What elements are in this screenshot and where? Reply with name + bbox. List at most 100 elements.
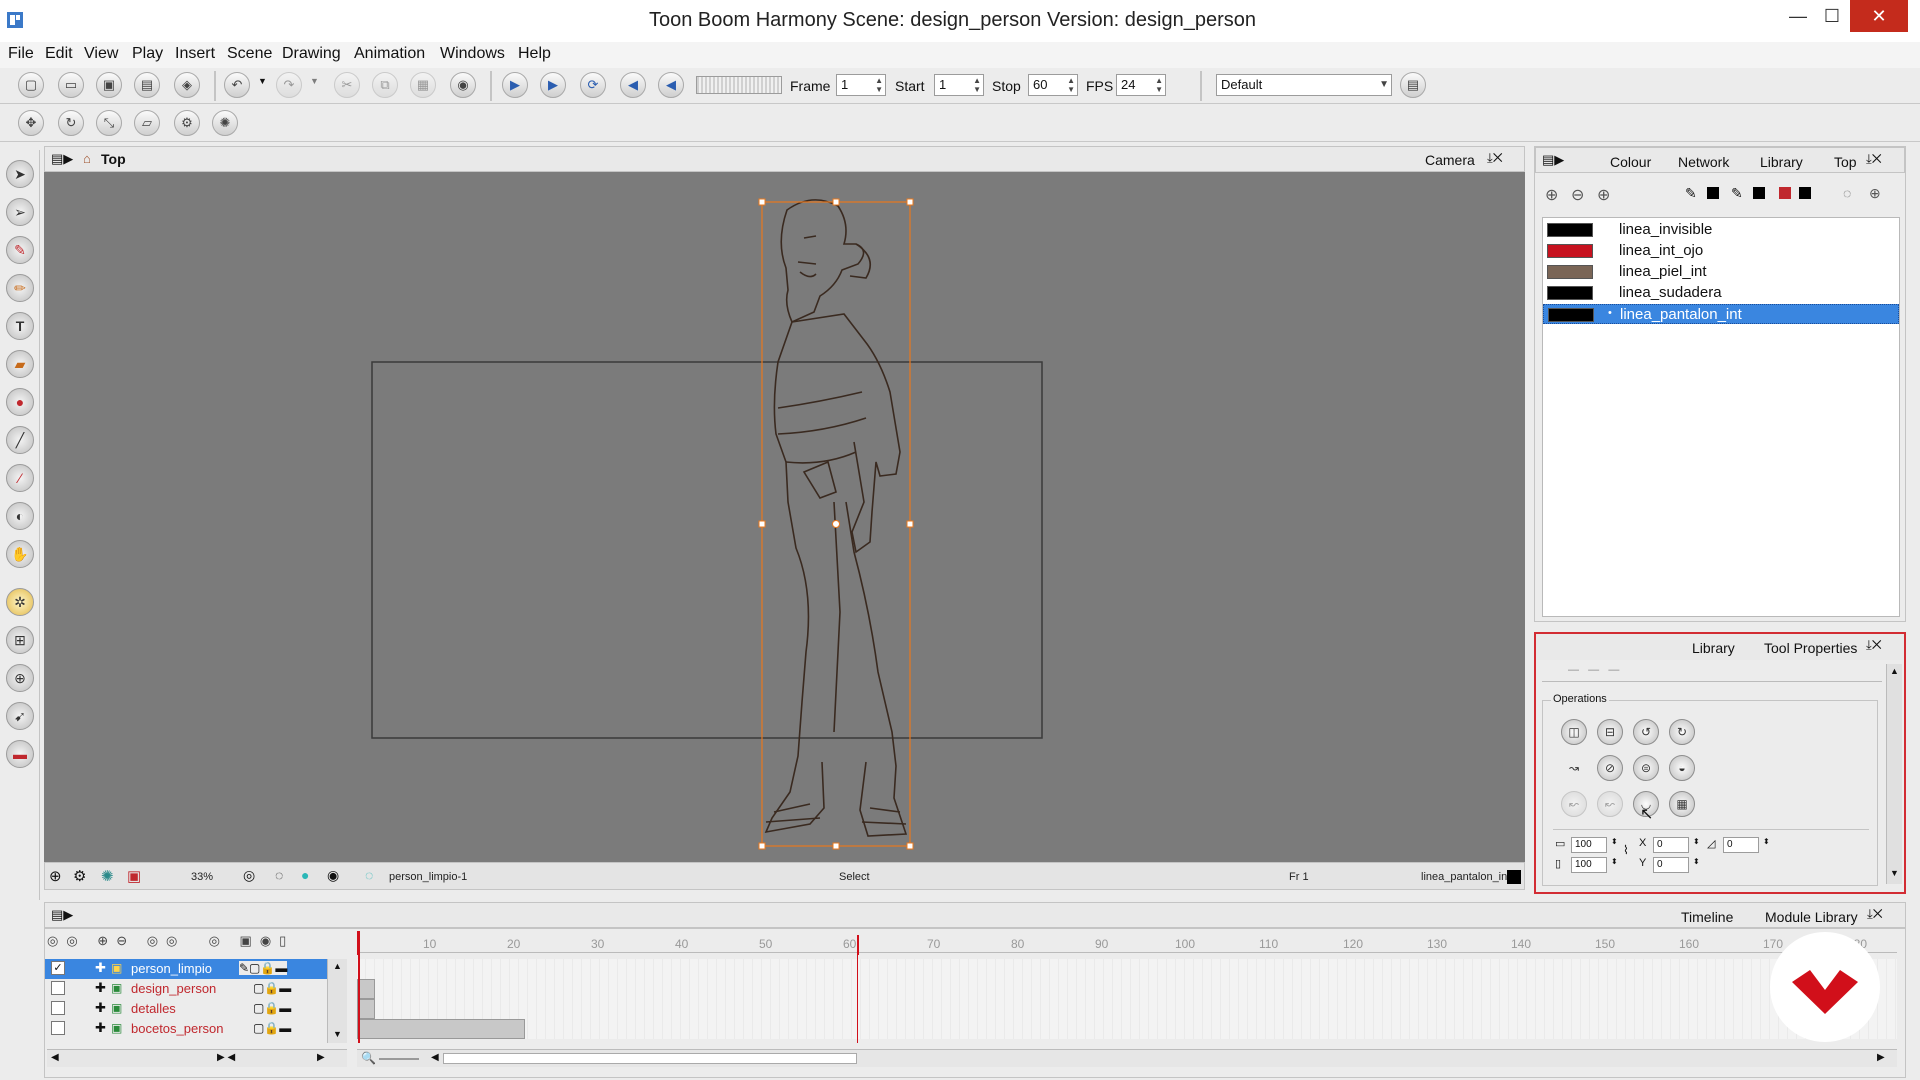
scroll-up-icon[interactable]: ▲: [1890, 666, 1899, 676]
onion-skin-icon[interactable]: ✺: [101, 867, 114, 885]
transform-tool-icon[interactable]: ✲: [6, 588, 34, 616]
exposure-block[interactable]: [357, 1019, 525, 1039]
close-button[interactable]: ✕: [1850, 0, 1908, 32]
save-icon[interactable]: ▣: [96, 72, 122, 98]
layer-row[interactable]: ✚ ▣ design_person ▢🔒▬: [45, 979, 345, 999]
disabled-op-icon[interactable]: ↜: [1597, 791, 1623, 817]
layer-enable-checkbox[interactable]: [51, 981, 65, 995]
translate-icon[interactable]: ✥: [18, 110, 44, 136]
layer-name[interactable]: design_person: [131, 981, 216, 996]
layer-row[interactable]: ✓ ✚ ▣ person_limpio ✎▢🔒▬: [45, 959, 345, 979]
menu-edit[interactable]: Edit: [45, 45, 73, 63]
angle-field[interactable]: 0: [1723, 837, 1759, 853]
frame-track[interactable]: [357, 999, 1897, 1019]
workspace-select[interactable]: Default ▼: [1216, 74, 1392, 96]
scroll-down-icon[interactable]: ▼: [333, 1029, 342, 1039]
ink-tool-icon[interactable]: ▬: [6, 740, 34, 768]
motion-icon[interactable]: ⚙: [174, 110, 200, 136]
zoom-level[interactable]: 33%: [191, 871, 213, 883]
height-stepper-icon[interactable]: ⬍: [1611, 857, 1618, 866]
panel-undock-icon[interactable]: ⤓✕: [1487, 150, 1503, 166]
matte-view-icon[interactable]: ◉: [327, 867, 339, 884]
loop-icon[interactable]: ⟳: [580, 72, 606, 98]
sound-icon[interactable]: ◀: [620, 72, 646, 98]
reset-view-icon[interactable]: ⊕: [49, 867, 62, 885]
panel-undock-icon[interactable]: ⤓✕: [1867, 906, 1883, 922]
width-stepper-icon[interactable]: ⬍: [1611, 837, 1618, 846]
undo-dropdown-icon[interactable]: ▼: [258, 76, 267, 86]
flip-vertical-icon[interactable]: ⊟: [1597, 719, 1623, 745]
smooth-icon[interactable]: ↝: [1561, 755, 1587, 781]
repaint-icon[interactable]: [1779, 187, 1791, 199]
y-position-field[interactable]: 0: [1653, 857, 1689, 873]
colour-view-icon[interactable]: ●: [301, 867, 309, 883]
distribute-icon[interactable]: ⊜: [1633, 755, 1659, 781]
width-field[interactable]: 100: [1571, 837, 1607, 853]
list-item-selected[interactable]: • linea_pantalon_int: [1543, 304, 1899, 324]
scroll-left-icon[interactable]: ◀: [51, 1052, 59, 1063]
eraser-tool-icon[interactable]: ▰: [6, 350, 34, 378]
layer-row[interactable]: ✚ ▣ detalles ▢🔒▬: [45, 999, 345, 1019]
frame-track[interactable]: [357, 959, 1897, 979]
colour-swatch-list[interactable]: linea_invisible linea_int_ojo linea_piel…: [1542, 217, 1900, 617]
menu-drawing[interactable]: Drawing: [282, 45, 341, 63]
tab-library[interactable]: Library: [1692, 640, 1735, 656]
menu-windows[interactable]: Windows: [440, 45, 505, 63]
character-outline[interactable]: [758, 198, 914, 850]
save-as-icon[interactable]: ▤: [134, 72, 160, 98]
tab-colour[interactable]: Colour: [1610, 154, 1651, 170]
layer-name[interactable]: bocetos_person: [131, 1021, 224, 1036]
playback-speed-slider[interactable]: [696, 76, 782, 94]
menu-help[interactable]: Help: [518, 45, 551, 63]
panel-undock-icon[interactable]: ⤓✕: [1866, 637, 1882, 653]
expand-icon[interactable]: ✚: [95, 980, 106, 996]
stroke-swatch[interactable]: [1707, 187, 1719, 199]
scroll-right-icon[interactable]: ▶: [1877, 1052, 1885, 1063]
y-stepper-icon[interactable]: ⬍: [1693, 857, 1700, 866]
undo-icon[interactable]: ↶: [224, 72, 250, 98]
safe-area-icon[interactable]: ▣: [127, 867, 141, 885]
skew-icon[interactable]: ▱: [134, 110, 160, 136]
fill-colour-icon[interactable]: ✎: [1731, 185, 1743, 202]
cut-icon[interactable]: ✂: [334, 72, 360, 98]
layer-enable-checkbox[interactable]: [51, 1001, 65, 1015]
frame-ruler[interactable]: 10 20 30 40 50 60 70 80 90 100 110 120 1…: [357, 933, 1897, 953]
rotate-90-ccw-icon[interactable]: ↺: [1633, 719, 1659, 745]
zoom-slider[interactable]: [379, 1058, 419, 1060]
scroll-left-icon[interactable]: ◀: [431, 1052, 439, 1063]
save-version-icon[interactable]: ◈: [174, 72, 200, 98]
text-tool-icon[interactable]: T: [6, 312, 34, 340]
start-field[interactable]: 1 ▲ ▼: [934, 74, 984, 96]
fps-field[interactable]: 24 ▲ ▼: [1116, 74, 1166, 96]
add-colour-icon[interactable]: ⊕: [1545, 185, 1558, 205]
menu-insert[interactable]: Insert: [175, 45, 215, 63]
tab-library[interactable]: Library: [1760, 154, 1803, 170]
dropper-tool-icon[interactable]: ⁄: [6, 464, 34, 492]
new-scene-icon[interactable]: ▢: [18, 72, 44, 98]
disabled-op-icon[interactable]: ↜: [1561, 791, 1587, 817]
expand-icon[interactable]: ✚: [95, 1020, 106, 1036]
repaint-swatch[interactable]: [1799, 187, 1811, 199]
list-item[interactable]: linea_sudadera: [1543, 283, 1899, 303]
stop-field[interactable]: 60 ▲ ▼: [1028, 74, 1078, 96]
layer-hscroll[interactable]: ◀ ▶ ◀ ▶: [47, 1049, 347, 1067]
layer-controls-icon[interactable]: ▢🔒▬: [253, 1001, 291, 1015]
height-field[interactable]: 100: [1571, 857, 1607, 873]
layer-enable-checkbox[interactable]: [51, 1021, 65, 1035]
colour-options-icon[interactable]: ⊕: [1869, 185, 1881, 202]
stop-marker[interactable]: [857, 935, 859, 955]
expand-icon[interactable]: ✚: [95, 960, 106, 976]
remove-colour-icon[interactable]: ⊖: [1571, 185, 1584, 205]
zoom-icon[interactable]: 🔍: [361, 1051, 376, 1065]
rotate-view-reset-icon[interactable]: ◌: [275, 867, 283, 883]
maximize-button[interactable]: ☐: [1810, 0, 1854, 32]
rotate-view-icon[interactable]: ◐: [6, 502, 34, 530]
layer-scrollbar[interactable]: ▲ ▼: [327, 959, 347, 1043]
layer-enable-checkbox[interactable]: ✓: [51, 961, 65, 975]
pencil-tool-icon[interactable]: ✏: [6, 274, 34, 302]
layer-name[interactable]: detalles: [131, 1001, 176, 1016]
tab-top[interactable]: Top: [1834, 154, 1857, 170]
flip-horizontal-icon[interactable]: ◫: [1561, 719, 1587, 745]
layer-row[interactable]: ✚ ▣ bocetos_person ▢🔒▬: [45, 1019, 345, 1039]
add-texture-icon[interactable]: ⊕: [1597, 185, 1610, 205]
